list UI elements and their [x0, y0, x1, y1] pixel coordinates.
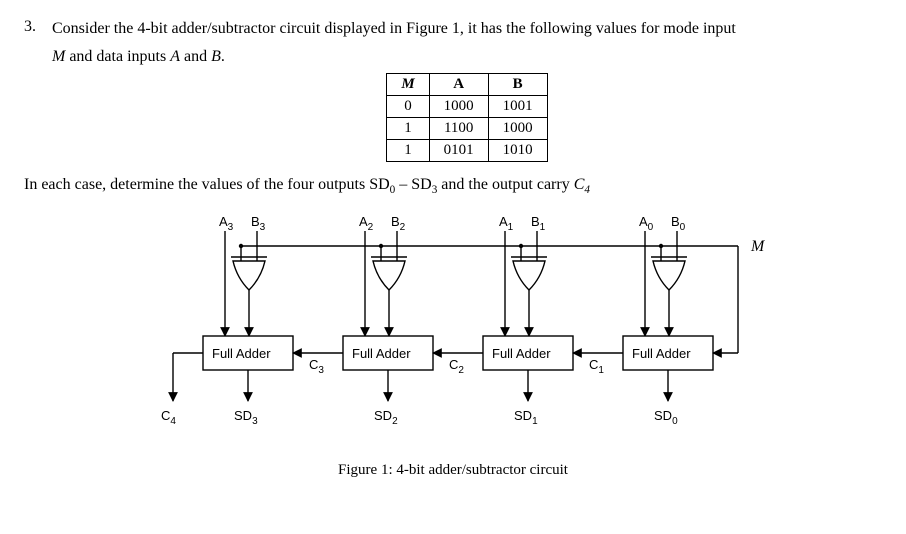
- label-full-adder: Full Adder: [212, 346, 271, 361]
- label-b0: B0: [671, 214, 686, 233]
- question-line-1: Consider the 4-bit adder/subtractor circ…: [52, 18, 882, 40]
- label-b1: B1: [531, 214, 546, 233]
- cell-b: 1000: [488, 118, 547, 140]
- table-row: 0 1000 1001: [387, 96, 547, 118]
- input-table: M A B 0 1000 1001 1 1100 1000 1 0101 101…: [386, 73, 547, 162]
- cell-a: 0101: [429, 140, 488, 162]
- var-a: A: [170, 48, 180, 65]
- question-number: 3.: [24, 18, 52, 172]
- question-line-2: M and data inputs A and B.: [52, 46, 882, 68]
- label-m: M: [750, 238, 766, 255]
- cell-a: 1000: [429, 96, 488, 118]
- text-frag: and: [180, 48, 211, 65]
- text-frag: In each case, determine the values of th…: [24, 176, 390, 193]
- subscript: 4: [584, 184, 590, 196]
- cell-m: 1: [387, 118, 429, 140]
- sub-question: In each case, determine the values of th…: [24, 176, 882, 196]
- text-frag: – SD: [395, 176, 431, 193]
- text-frag: and data inputs: [65, 48, 170, 65]
- label-b2: B2: [391, 214, 406, 233]
- var-m: M: [52, 48, 65, 65]
- label-a1: A1: [499, 214, 514, 233]
- label-a0: A0: [639, 214, 654, 233]
- col-a: A: [429, 74, 488, 96]
- label-sd3: SD3: [234, 408, 258, 427]
- table-row: 1 0101 1010: [387, 140, 547, 162]
- label-sd1: SD1: [514, 408, 538, 427]
- label-b3: B3: [251, 214, 266, 233]
- cell-a: 1100: [429, 118, 488, 140]
- label-c2: C2: [449, 357, 464, 376]
- text-frag: .: [221, 48, 225, 65]
- label-full-adder: Full Adder: [492, 346, 551, 361]
- label-full-adder: Full Adder: [352, 346, 411, 361]
- cell-m: 1: [387, 140, 429, 162]
- text-frag: and the output carry: [437, 176, 573, 193]
- circuit-diagram: .ln { stroke:#000; stroke-width:1.4; fil…: [133, 206, 773, 456]
- table-head-row: M A B: [387, 74, 547, 96]
- cell-b: 1010: [488, 140, 547, 162]
- var-c: C: [574, 176, 585, 193]
- cell-m: 0: [387, 96, 429, 118]
- label-a2: A2: [359, 214, 374, 233]
- label-c1: C1: [589, 357, 604, 376]
- cell-b: 1001: [488, 96, 547, 118]
- label-c3: C3: [309, 357, 324, 376]
- label-c4: C4: [161, 408, 176, 427]
- label-a3: A3: [219, 214, 234, 233]
- table-row: 1 1100 1000: [387, 118, 547, 140]
- var-b: B: [211, 48, 221, 65]
- col-m: M: [387, 74, 429, 96]
- label-sd0: SD0: [654, 408, 678, 427]
- col-b: B: [488, 74, 547, 96]
- figure-caption: Figure 1: 4-bit adder/subtractor circuit: [133, 462, 773, 479]
- label-sd2: SD2: [374, 408, 398, 427]
- label-full-adder: Full Adder: [632, 346, 691, 361]
